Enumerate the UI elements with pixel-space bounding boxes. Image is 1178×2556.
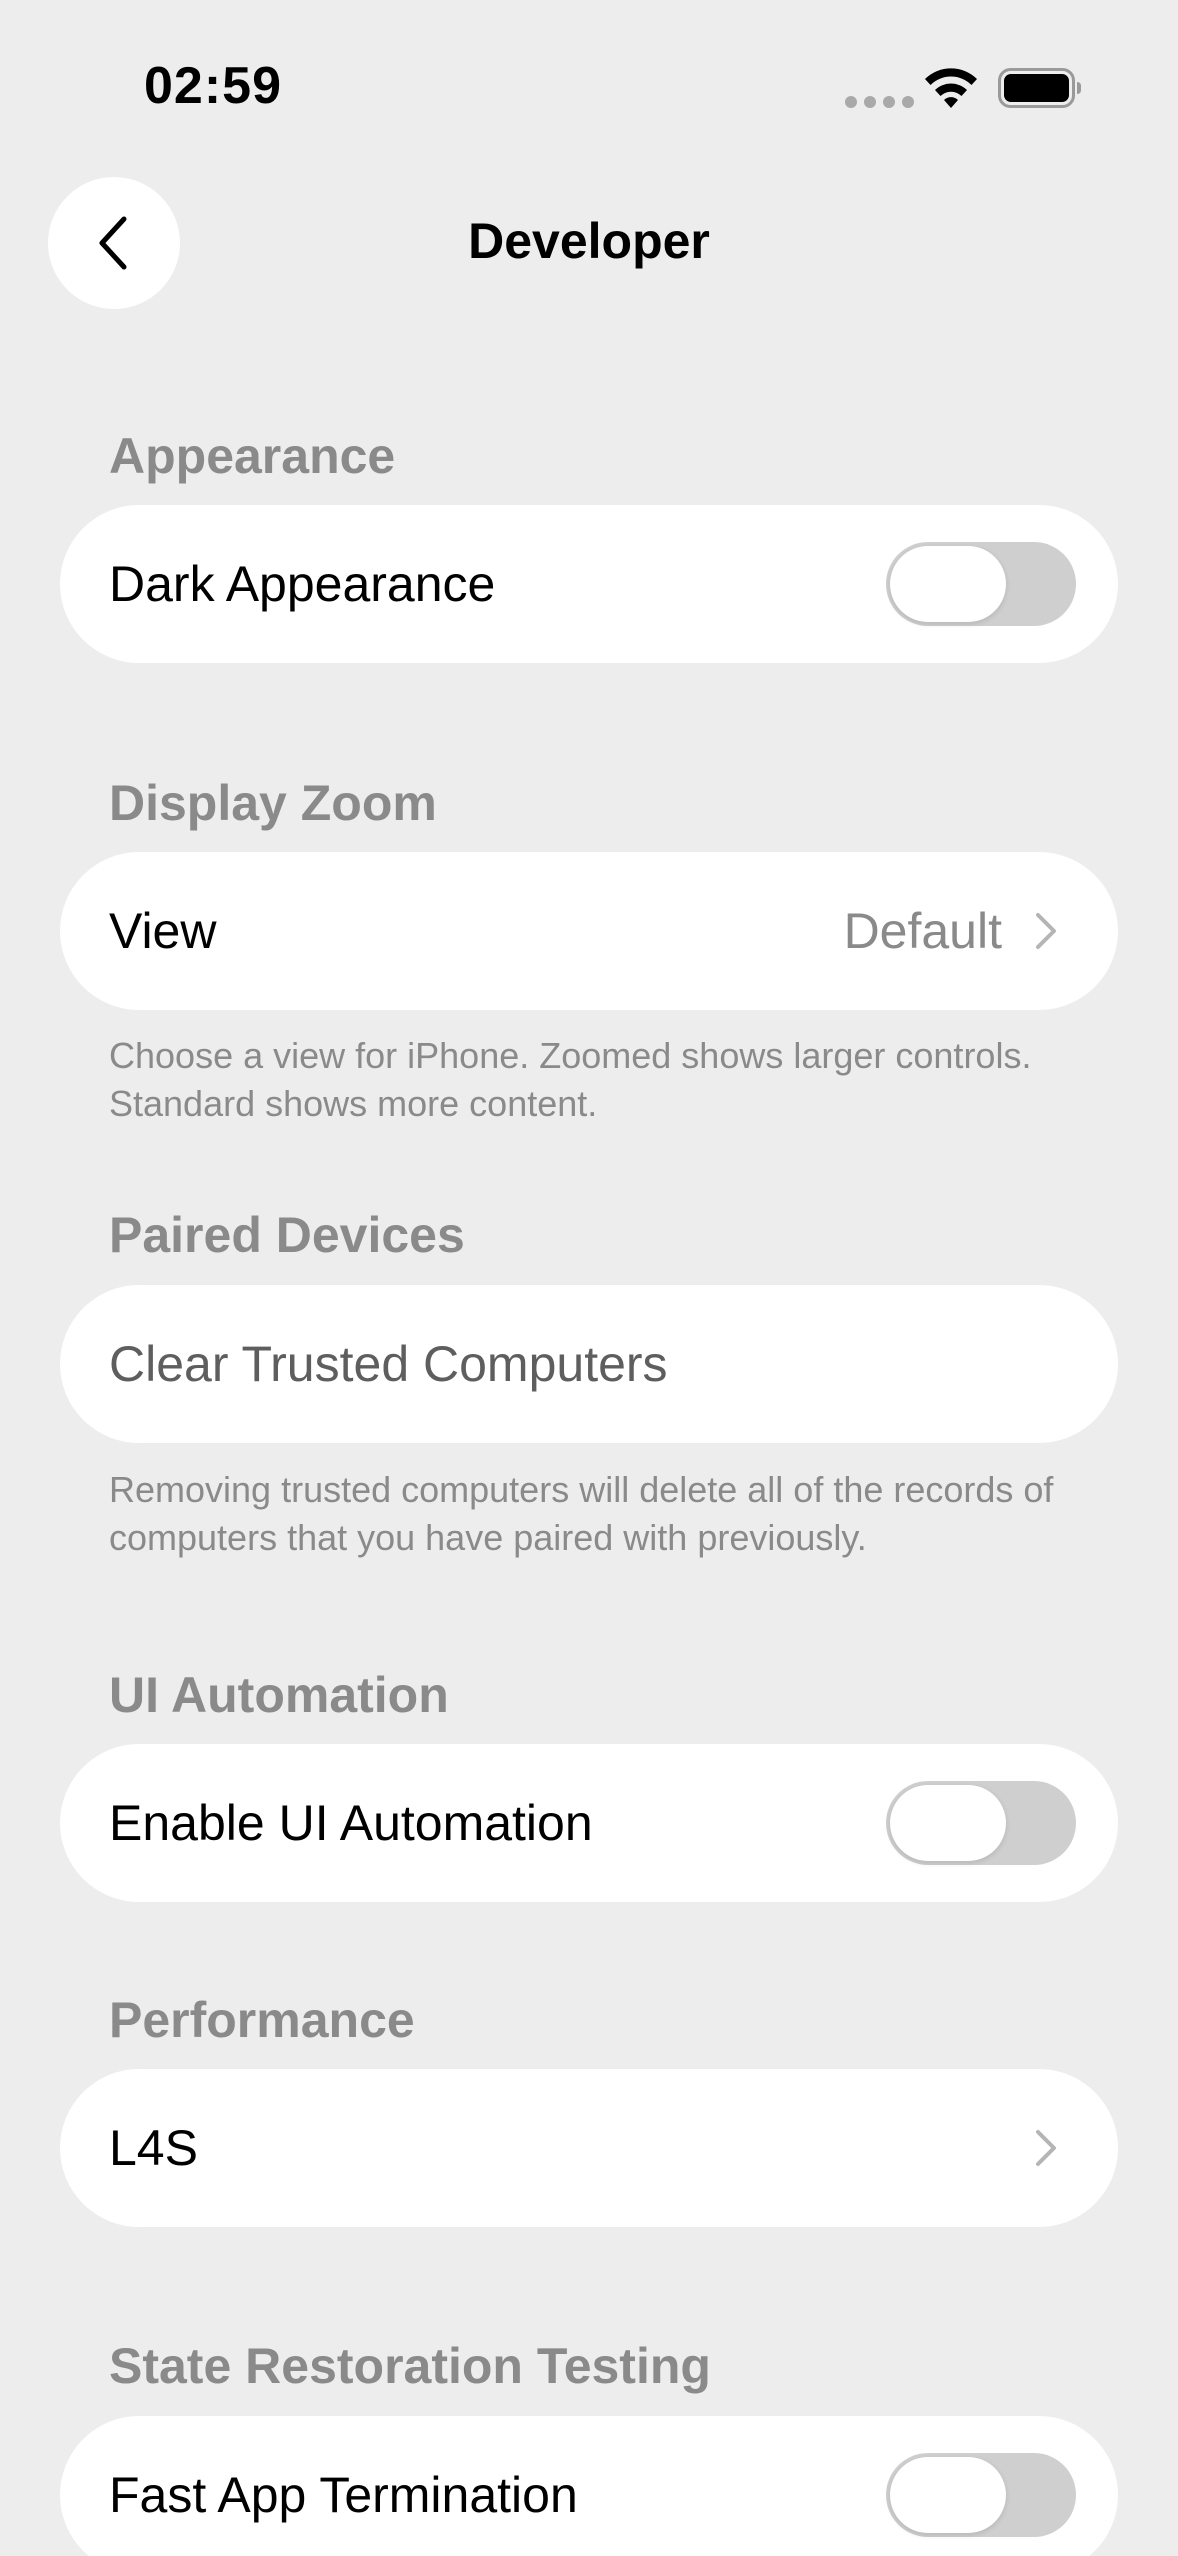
section-header-ui-automation: UI Automation xyxy=(109,1667,449,1723)
row-label: Clear Trusted Computers xyxy=(109,1336,668,1392)
status-bar: 02:59 xyxy=(0,0,1178,180)
enable-ui-automation-row[interactable]: Enable UI Automation xyxy=(60,1744,1118,1902)
enable-ui-automation-toggle[interactable] xyxy=(886,1781,1076,1865)
fast-app-termination-toggle[interactable] xyxy=(886,2453,1076,2537)
dark-appearance-row[interactable]: Dark Appearance xyxy=(60,505,1118,663)
row-label: View xyxy=(109,903,217,959)
section-header-display-zoom: Display Zoom xyxy=(109,775,437,831)
page-title: Developer xyxy=(468,213,710,269)
section-header-state-restoration: State Restoration Testing xyxy=(109,2338,711,2394)
section-header-paired-devices: Paired Devices xyxy=(109,1207,465,1263)
row-label: L4S xyxy=(109,2120,198,2176)
toggle-knob xyxy=(890,2457,1006,2533)
dark-appearance-toggle[interactable] xyxy=(886,542,1076,626)
clear-trusted-computers-button[interactable]: Clear Trusted Computers xyxy=(60,1285,1118,1443)
view-row[interactable]: View Default xyxy=(60,852,1118,1010)
wifi-icon xyxy=(925,68,977,108)
status-time: 02:59 xyxy=(144,57,282,115)
fast-app-termination-row[interactable]: Fast App Termination xyxy=(60,2416,1118,2556)
chevron-right-icon xyxy=(1036,2130,1056,2166)
toggle-knob xyxy=(890,1785,1006,1861)
row-label: Enable UI Automation xyxy=(109,1795,593,1851)
paired-devices-footnote: Removing trusted computers will delete a… xyxy=(109,1469,1054,1558)
toggle-knob xyxy=(890,546,1006,622)
row-value: Default xyxy=(843,903,1002,959)
section-header-performance: Performance xyxy=(109,1992,415,2048)
display-zoom-footnote: Choose a view for iPhone. Zoomed shows l… xyxy=(109,1035,1032,1124)
battery-icon xyxy=(998,68,1081,108)
chevron-right-icon xyxy=(1036,913,1056,949)
cellular-signal-icon xyxy=(845,96,914,108)
row-label: Fast App Termination xyxy=(109,2467,578,2523)
section-header-appearance: Appearance xyxy=(109,428,396,484)
row-label: Dark Appearance xyxy=(109,556,496,612)
l4s-row[interactable]: L4S xyxy=(60,2069,1118,2227)
